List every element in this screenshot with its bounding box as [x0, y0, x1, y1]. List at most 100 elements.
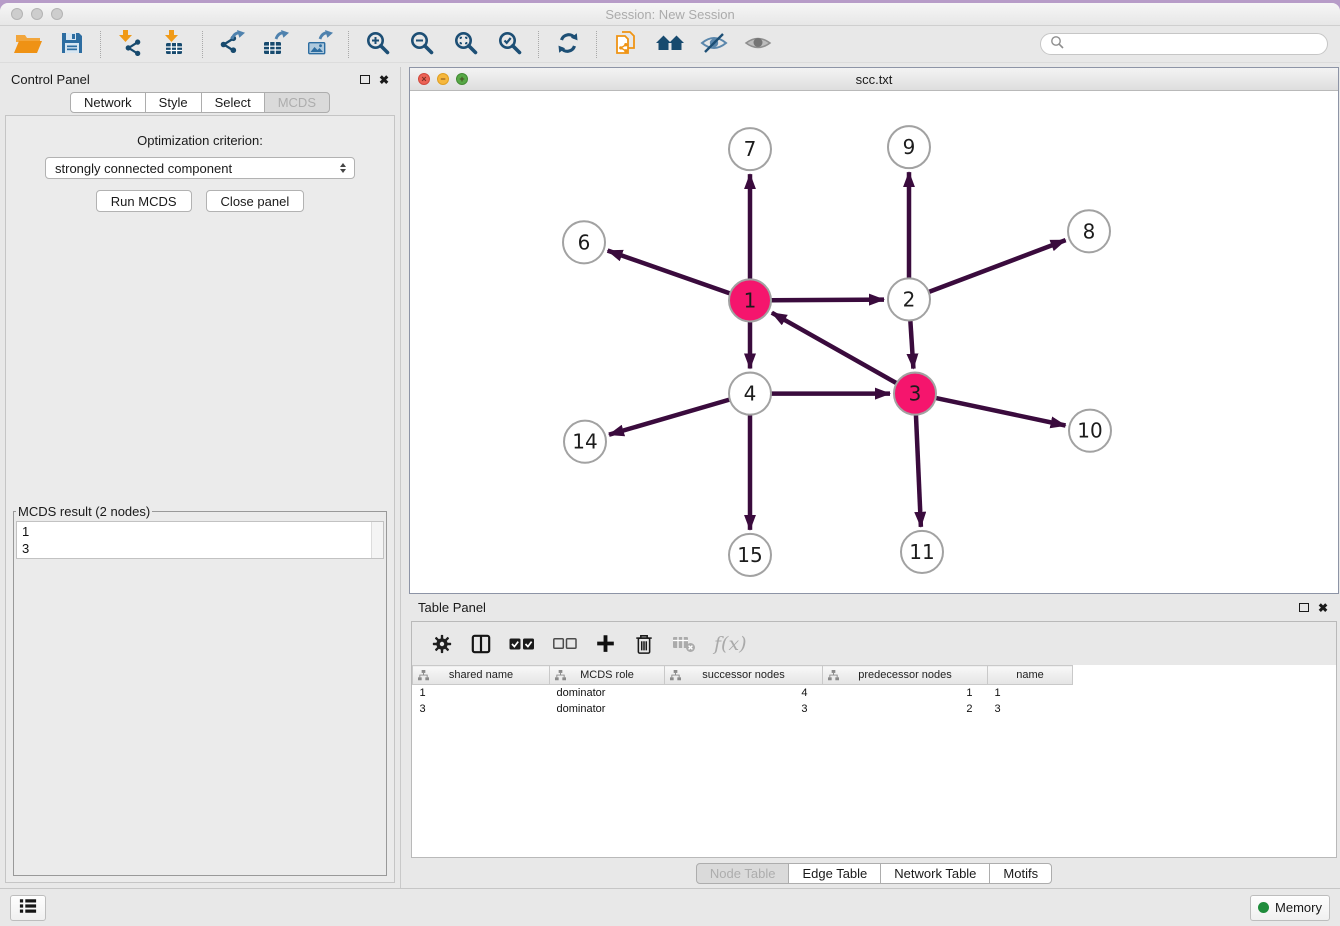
save-session-button[interactable] [52, 28, 91, 60]
zoom-out-button[interactable] [402, 28, 441, 60]
settings-gear-button[interactable] [431, 633, 453, 655]
select-all-button[interactable] [509, 637, 535, 651]
mcds-panel: Optimization criterion: strongly connect… [5, 115, 395, 883]
export-image-icon [307, 30, 333, 59]
tab-motifs[interactable]: Motifs [989, 863, 1052, 884]
new-network-from-selection-button[interactable] [606, 28, 645, 60]
delete-columns-button[interactable] [634, 633, 654, 655]
optimization-criterion-label: Optimization criterion: [6, 133, 394, 148]
mcds-result-lines: 13 [17, 522, 383, 558]
eye-icon [744, 31, 772, 58]
graph-edge-3-10[interactable] [936, 398, 1066, 426]
graph-node-label: 4 [744, 382, 757, 406]
zoom-selected-icon [497, 30, 523, 59]
graph-node-label: 6 [578, 230, 591, 254]
zoom-fit-button[interactable] [446, 28, 485, 60]
task-history-button[interactable] [10, 895, 46, 921]
deselect-all-button[interactable] [553, 638, 577, 650]
column-header-successor-nodes[interactable]: successor nodes [665, 666, 823, 685]
graph-node-label: 9 [903, 135, 916, 159]
split-panel-button[interactable] [471, 634, 491, 654]
graph-edge-3-11[interactable] [916, 415, 921, 527]
close-network-button[interactable]: × [418, 73, 430, 85]
window-controls [0, 8, 63, 20]
zoom-selected-button[interactable] [490, 28, 529, 60]
tab-node-table[interactable]: Node Table [696, 863, 790, 884]
tab-network[interactable]: Network [70, 92, 146, 113]
hide-selected-button[interactable] [694, 28, 733, 60]
column-header-predecessor-nodes[interactable]: predecessor nodes [823, 666, 988, 685]
close-panel-icon[interactable]: ✖ [379, 74, 389, 86]
import-network-icon [117, 30, 143, 59]
mcds-result-text-area[interactable]: 13 [16, 521, 384, 559]
open-folder-icon [14, 31, 42, 58]
result-scrollbar[interactable] [371, 522, 383, 558]
graph-edge-4-14[interactable] [609, 399, 730, 434]
tab-select[interactable]: Select [201, 92, 265, 113]
graph-edge-1-6[interactable] [608, 251, 731, 294]
hierarchy-icon [418, 670, 429, 684]
network-graph[interactable]: 7968124314101511 [410, 91, 1338, 593]
network-window-controls: × − + [410, 73, 468, 85]
table-toolbar: f(x) [412, 622, 1336, 665]
table-row[interactable]: 1dominator411 [413, 685, 1073, 701]
graph-edge-1-2[interactable] [771, 300, 884, 301]
control-panel: Control Panel ✖ Network Style Select MCD… [0, 67, 401, 888]
run-mcds-button[interactable]: Run MCDS [96, 190, 192, 212]
minimize-window-button[interactable] [31, 8, 43, 20]
graph-edge-2-8[interactable] [929, 240, 1066, 292]
search-input[interactable] [1069, 36, 1318, 52]
import-network-button[interactable] [110, 28, 149, 60]
delete-table-button[interactable] [672, 635, 696, 653]
export-network-button[interactable] [212, 28, 251, 60]
float-table-panel-icon[interactable] [1299, 603, 1309, 612]
close-table-panel-icon[interactable]: ✖ [1318, 602, 1328, 614]
control-panel-title: Control Panel [11, 72, 360, 87]
zoom-in-button[interactable] [358, 28, 397, 60]
show-all-button[interactable] [738, 28, 777, 60]
function-builder-button[interactable]: f(x) [714, 633, 747, 655]
graph-edge-3-1[interactable] [772, 313, 897, 384]
export-table-icon [263, 30, 289, 59]
column-header-mcds-role[interactable]: MCDS role [550, 666, 665, 685]
import-table-icon [161, 30, 187, 59]
close-panel-button[interactable]: Close panel [206, 190, 305, 212]
memory-label: Memory [1275, 900, 1322, 915]
graph-edge-2-3[interactable] [910, 320, 913, 368]
close-window-button[interactable] [11, 8, 23, 20]
select-stepper-icon [340, 163, 354, 173]
refresh-button[interactable] [548, 28, 587, 60]
window-title: Session: New Session [0, 7, 1340, 22]
import-table-button[interactable] [154, 28, 193, 60]
zoom-window-button[interactable] [51, 8, 63, 20]
export-network-icon [219, 30, 245, 59]
tab-edge-table[interactable]: Edge Table [788, 863, 881, 884]
table-row[interactable]: 3dominator323 [413, 701, 1073, 717]
application-window: Session: New Session Contro [0, 3, 1340, 926]
node-table: shared name MCDS role successor nodes pr… [412, 665, 1073, 717]
network-canvas[interactable]: 7968124314101511 [410, 91, 1338, 593]
network-window-title: scc.txt [410, 72, 1338, 87]
status-bar: Memory [0, 888, 1340, 926]
mcds-result-title: MCDS result (2 nodes) [16, 504, 152, 519]
float-panel-icon[interactable] [360, 75, 370, 84]
tab-mcds[interactable]: MCDS [264, 92, 330, 113]
search-field[interactable] [1040, 33, 1328, 55]
add-column-button[interactable] [595, 633, 616, 654]
export-table-button[interactable] [256, 28, 295, 60]
tab-network-table[interactable]: Network Table [880, 863, 990, 884]
graph-node-label: 8 [1083, 219, 1096, 243]
main-toolbar [0, 26, 1340, 63]
column-header-shared-name[interactable]: shared name [413, 666, 550, 685]
houses-icon [655, 31, 685, 58]
zoom-network-button[interactable]: + [456, 73, 468, 85]
open-session-button[interactable] [8, 28, 47, 60]
optimization-criterion-select[interactable]: strongly connected component [45, 157, 355, 179]
tab-style[interactable]: Style [145, 92, 202, 113]
first-neighbors-button[interactable] [650, 28, 689, 60]
column-header-name[interactable]: name [988, 666, 1073, 685]
export-image-button[interactable] [300, 28, 339, 60]
minimize-network-button[interactable]: − [437, 73, 449, 85]
mcds-result-group: MCDS result (2 nodes) 13 [13, 504, 387, 876]
memory-button[interactable]: Memory [1250, 895, 1330, 921]
